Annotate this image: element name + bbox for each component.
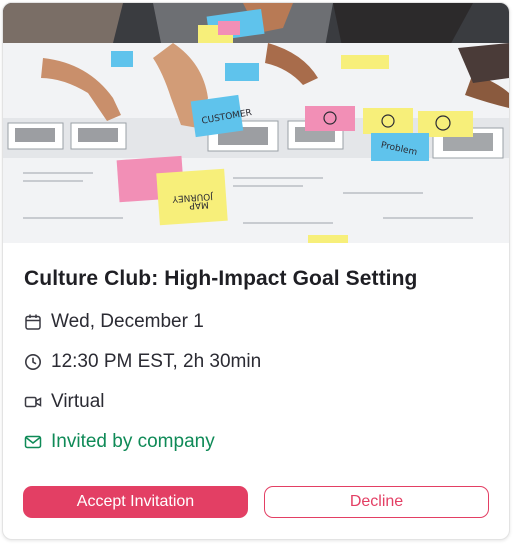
event-card: CUSTOMER JOURNEY MAP Problem Culture Clu… [2, 2, 510, 540]
event-invitation-row: Invited by company [23, 430, 215, 454]
event-date-row: Wed, December 1 [23, 310, 204, 334]
event-location: Virtual [51, 391, 105, 412]
event-time: 12:30 PM EST, 2h 30min [51, 351, 262, 372]
svg-text:MAP: MAP [188, 199, 209, 210]
mail-icon [23, 432, 43, 452]
accept-invitation-button[interactable]: Accept Invitation [23, 486, 248, 518]
event-invitation: Invited by company [51, 431, 215, 452]
event-time-row: 12:30 PM EST, 2h 30min [23, 350, 261, 374]
calendar-icon [23, 312, 43, 332]
event-location-row: Virtual [23, 390, 105, 414]
event-title: Culture Club: High-Impact Goal Setting [24, 267, 418, 290]
clock-icon [23, 352, 43, 372]
event-date: Wed, December 1 [51, 311, 204, 332]
decline-button[interactable]: Decline [264, 486, 489, 518]
event-cover-image: CUSTOMER JOURNEY MAP Problem [3, 3, 509, 243]
video-camera-icon [23, 392, 43, 412]
